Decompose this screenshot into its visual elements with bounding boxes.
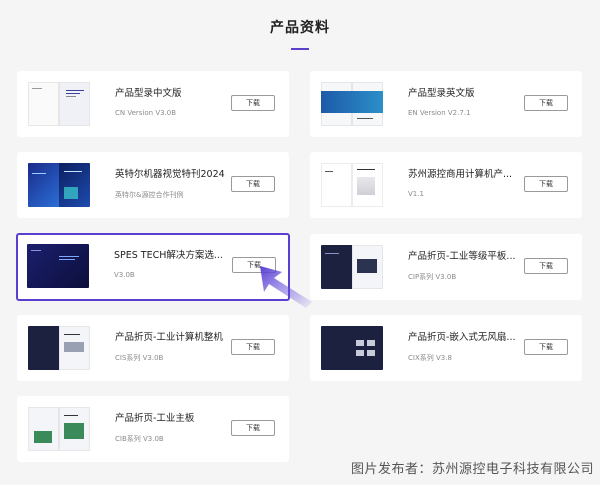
doc-title: 产品折页-工业计算机整机 bbox=[115, 332, 223, 343]
cip-tablet-thumbnail bbox=[321, 245, 383, 289]
cis-computer-thumbnail bbox=[28, 326, 90, 370]
download-button[interactable]: 下载 bbox=[524, 176, 568, 192]
doc-version: CIB系列 V3.0B bbox=[115, 435, 164, 443]
catalog-cn-thumbnail bbox=[28, 82, 90, 126]
doc-version: CN Version V3.0B bbox=[115, 109, 177, 117]
doc-card-cis-computer[interactable]: 产品折页-工业计算机整机 CIS系列 V3.0B 下载 bbox=[17, 315, 289, 381]
doc-title: 苏州源控商用计算机产... bbox=[408, 169, 513, 180]
page-title: 产品资料 bbox=[270, 20, 330, 36]
doc-card-spes-solutions[interactable]: SPES TECH解决方案选... V3.0B 下载 bbox=[16, 233, 290, 301]
doc-version: EN Version V2.7.1 bbox=[408, 109, 471, 117]
download-button[interactable]: 下载 bbox=[231, 95, 275, 111]
commercial-pc-thumbnail bbox=[321, 163, 383, 207]
doc-title: SPES TECH解决方案选... bbox=[114, 250, 223, 261]
catalog-en-thumbnail bbox=[321, 82, 383, 126]
download-button[interactable]: 下载 bbox=[231, 339, 275, 355]
doc-title: 产品折页-嵌入式无风扇... bbox=[408, 332, 516, 343]
title-underline bbox=[291, 48, 309, 50]
doc-card-catalog-en[interactable]: 产品型录英文版 EN Version V2.7.1 下载 bbox=[310, 71, 582, 137]
doc-title: 产品折页-工业等级平板... bbox=[408, 251, 516, 262]
download-button[interactable]: 下载 bbox=[524, 95, 568, 111]
doc-title: 产品折页-工业主板 bbox=[115, 413, 195, 424]
download-button[interactable]: 下载 bbox=[231, 420, 275, 436]
doc-version: CIX系列 V3.8 bbox=[408, 354, 452, 362]
download-button[interactable]: 下载 bbox=[231, 176, 275, 192]
doc-version: 英特尔&源控合作刊例 bbox=[115, 191, 184, 199]
doc-title: 产品型录中文版 bbox=[115, 88, 182, 99]
doc-card-cix-fanless[interactable]: 产品折页-嵌入式无风扇... CIX系列 V3.8 下载 bbox=[310, 315, 582, 381]
doc-card-catalog-cn[interactable]: 产品型录中文版 CN Version V3.0B 下载 bbox=[17, 71, 289, 137]
cib-board-thumbnail bbox=[28, 407, 90, 451]
doc-card-cib-board[interactable]: 产品折页-工业主板 CIB系列 V3.0B 下载 bbox=[17, 396, 289, 462]
doc-title: 英特尔机器视觉特刊2024 bbox=[115, 169, 225, 180]
download-button[interactable]: 下载 bbox=[524, 339, 568, 355]
doc-card-cip-tablet[interactable]: 产品折页-工业等级平板... CIP系列 V3.0B 下载 bbox=[310, 234, 582, 300]
doc-version: CIS系列 V3.0B bbox=[115, 354, 164, 362]
spes-solutions-thumbnail bbox=[27, 244, 89, 288]
doc-card-intel-vision[interactable]: 英特尔机器视觉特刊2024 英特尔&源控合作刊例 下载 bbox=[17, 152, 289, 218]
cix-fanless-thumbnail bbox=[321, 326, 383, 370]
doc-card-commercial-pc[interactable]: 苏州源控商用计算机产... V1.1 下载 bbox=[310, 152, 582, 218]
pointer-arrow-icon bbox=[260, 266, 312, 308]
doc-version: CIP系列 V3.0B bbox=[408, 273, 457, 281]
doc-version: V3.0B bbox=[114, 271, 135, 279]
download-button[interactable]: 下载 bbox=[524, 258, 568, 274]
doc-title: 产品型录英文版 bbox=[408, 88, 475, 99]
publisher-watermark: 图片发布者：苏州源控电子科技有限公司 bbox=[350, 462, 594, 477]
intel-vision-thumbnail bbox=[28, 163, 90, 207]
doc-version: V1.1 bbox=[408, 190, 424, 198]
